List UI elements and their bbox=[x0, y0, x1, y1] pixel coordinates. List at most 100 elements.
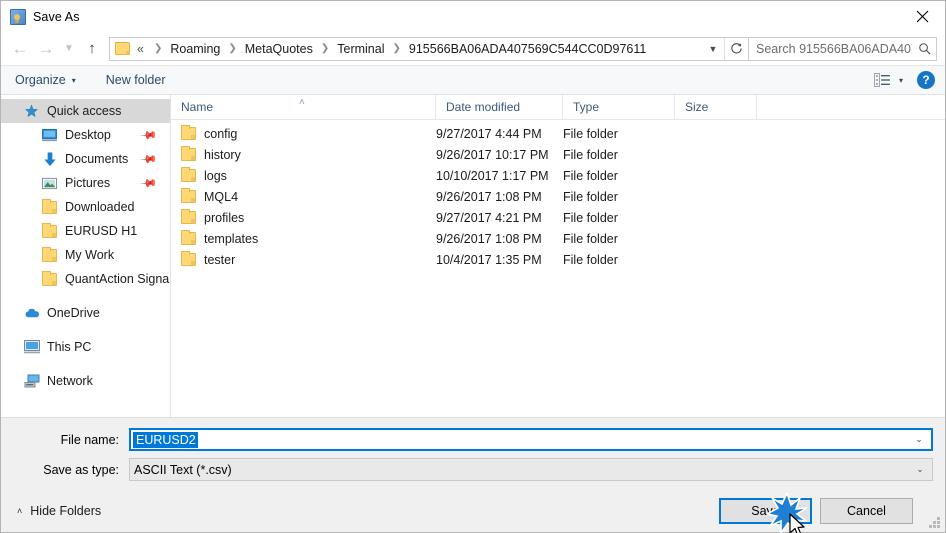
up-button[interactable]: ↑ bbox=[79, 36, 105, 62]
organize-button[interactable]: Organize ▾ bbox=[15, 73, 76, 87]
footer-actions: ˄ Hide Folders Save Cancel bbox=[13, 493, 933, 533]
breadcrumb-terminal[interactable]: Terminal bbox=[335, 42, 386, 56]
recent-locations-button[interactable]: ▼ bbox=[59, 36, 79, 62]
quick-access-star-icon bbox=[23, 103, 40, 119]
file-name-label: config bbox=[204, 126, 238, 141]
file-name-label: File name: bbox=[60, 432, 119, 447]
file-date-cell: 9/27/2017 4:21 PM bbox=[436, 210, 542, 225]
resize-grip[interactable] bbox=[929, 517, 941, 529]
file-type-cell: File folder bbox=[563, 189, 618, 204]
file-name-label: logs bbox=[204, 168, 227, 183]
back-button[interactable]: ← bbox=[7, 36, 33, 62]
file-date-cell: 10/10/2017 1:17 PM bbox=[436, 168, 549, 183]
sidebar-item-eurusd-h1[interactable]: EURUSD H1 bbox=[1, 219, 170, 243]
folder-icon bbox=[181, 167, 196, 182]
table-row[interactable]: profiles 9/27/2017 4:21 PM File folder bbox=[171, 207, 945, 228]
table-row[interactable]: tester 10/4/2017 1:35 PM File folder bbox=[171, 249, 945, 270]
sidebar-item-label: Downloaded bbox=[65, 200, 135, 214]
star-glyph bbox=[25, 103, 38, 117]
hide-folders-button[interactable]: ˄ Hide Folders bbox=[13, 504, 101, 518]
breadcrumb-separator[interactable]: ❯ bbox=[148, 43, 168, 54]
sidebar-item-pictures[interactable]: Pictures 📌 bbox=[1, 171, 170, 195]
breadcrumb-roaming[interactable]: Roaming bbox=[168, 42, 222, 56]
cloud-glyph bbox=[25, 308, 39, 318]
column-header-type[interactable]: Type bbox=[563, 94, 675, 120]
organize-label: Organize bbox=[15, 73, 66, 87]
help-button[interactable]: ? bbox=[917, 71, 935, 89]
folder-icon bbox=[115, 42, 130, 55]
view-chevron-down-icon[interactable]: ▾ bbox=[899, 76, 903, 85]
save-as-type-select[interactable]: ASCII Text (*.csv) ⌄ bbox=[129, 458, 933, 481]
sidebar-item-this-pc[interactable]: This PC bbox=[1, 335, 170, 359]
command-bar-right: ▾ ? bbox=[873, 71, 935, 89]
search-input[interactable]: Search 915566BA06ADA40756... bbox=[749, 36, 937, 61]
file-name-cell: tester bbox=[171, 251, 436, 267]
dialog-footer: File name: EURUSD2 ⌄ Save as type: ASCII… bbox=[1, 417, 945, 533]
table-row[interactable]: templates 9/26/2017 1:08 PM File folder bbox=[171, 228, 945, 249]
sidebar-item-documents[interactable]: Documents 📌 bbox=[1, 147, 170, 171]
sidebar-item-quick-access[interactable]: Quick access bbox=[1, 99, 170, 123]
hide-folders-label: Hide Folders bbox=[30, 504, 102, 518]
arrow-right-icon: → bbox=[37, 39, 55, 58]
sort-ascending-icon: ˄ bbox=[299, 96, 305, 108]
save-button[interactable]: Save bbox=[719, 493, 812, 533]
sidebar-item-downloaded[interactable]: Downloaded bbox=[1, 195, 170, 219]
sidebar-item-my-work[interactable]: My Work bbox=[1, 243, 170, 267]
breadcrumb-metaquotes[interactable]: MetaQuotes bbox=[243, 42, 315, 56]
address-bar[interactable]: « ❯ Roaming ❯ MetaQuotes ❯ Terminal ❯ 91… bbox=[109, 36, 749, 61]
breadcrumb-current-folder[interactable]: 915566BA06ADA407569C544CC0D97611 bbox=[407, 42, 648, 56]
file-name-label: tester bbox=[204, 252, 236, 267]
search-icon[interactable] bbox=[912, 42, 936, 55]
table-row[interactable]: MQL4 9/26/2017 1:08 PM File folder bbox=[171, 186, 945, 207]
file-name-input[interactable]: EURUSD2 ⌄ bbox=[129, 428, 933, 451]
sidebar-item-onedrive[interactable]: OneDrive bbox=[1, 301, 170, 325]
table-row[interactable]: history 9/26/2017 10:17 PM File folder bbox=[171, 144, 945, 165]
chevron-down-icon[interactable]: ⌄ bbox=[908, 464, 932, 475]
help-label: ? bbox=[922, 73, 930, 87]
file-name-label: profiles bbox=[204, 210, 245, 225]
title-bar: Save As bbox=[1, 1, 945, 32]
table-row[interactable]: logs 10/10/2017 1:17 PM File folder bbox=[171, 165, 945, 186]
pin-icon[interactable]: 📌 bbox=[140, 126, 159, 144]
file-date-cell: 9/26/2017 10:17 PM bbox=[436, 147, 549, 162]
view-layout-icon[interactable] bbox=[873, 73, 891, 87]
chevron-up-icon: ˄ bbox=[17, 506, 23, 516]
dialog-body: Quick access Desktop 📌 Documents 📌 Pictu… bbox=[1, 94, 945, 417]
folder-icon bbox=[41, 222, 58, 239]
pictures-glyph bbox=[42, 177, 57, 189]
file-type-cell: File folder bbox=[563, 231, 618, 246]
column-header-name[interactable]: Name ˄ bbox=[171, 94, 436, 120]
breadcrumb-separator[interactable]: ❯ bbox=[387, 43, 407, 54]
column-header-size[interactable]: Size bbox=[675, 94, 757, 120]
sidebar-item-desktop[interactable]: Desktop 📌 bbox=[1, 123, 170, 147]
pin-icon[interactable]: 📌 bbox=[140, 150, 159, 168]
sidebar-item-network[interactable]: Network bbox=[1, 369, 170, 393]
breadcrumb-separator[interactable]: ❯ bbox=[315, 43, 335, 54]
breadcrumb-overflow[interactable]: « bbox=[135, 42, 148, 56]
save-button-label: Save bbox=[751, 504, 780, 518]
folder-icon bbox=[41, 246, 58, 263]
breadcrumb: « ❯ Roaming ❯ MetaQuotes ❯ Terminal ❯ 91… bbox=[135, 42, 702, 56]
save-as-app-icon bbox=[10, 8, 26, 25]
sidebar-item-quantaction-signal[interactable]: QuantAction Signal bbox=[1, 267, 170, 291]
folder-icon bbox=[41, 270, 58, 287]
cancel-button[interactable]: Cancel bbox=[820, 498, 913, 524]
pin-icon[interactable]: 📌 bbox=[140, 174, 159, 192]
new-folder-button[interactable]: New folder bbox=[106, 73, 166, 87]
view-layout-glyph bbox=[873, 73, 890, 87]
chevron-down-icon: ▾ bbox=[71, 75, 76, 85]
file-name-value[interactable]: EURUSD2 bbox=[133, 431, 198, 448]
file-list-pane: Name ˄ Date modified Type Size config 9/… bbox=[171, 94, 945, 417]
column-header-name-label: Name bbox=[181, 99, 214, 114]
breadcrumb-separator[interactable]: ❯ bbox=[222, 43, 242, 54]
table-row[interactable]: config 9/27/2017 4:44 PM File folder bbox=[171, 123, 945, 144]
refresh-icon[interactable] bbox=[724, 37, 748, 60]
sidebar-divider bbox=[1, 359, 170, 369]
chevron-down-icon[interactable]: ⌄ bbox=[907, 434, 931, 445]
close-icon[interactable] bbox=[899, 1, 945, 31]
column-header-date-modified[interactable]: Date modified bbox=[436, 94, 563, 120]
sidebar-item-label: OneDrive bbox=[47, 306, 100, 320]
file-type-cell: File folder bbox=[563, 168, 618, 183]
forward-button[interactable]: → bbox=[33, 36, 59, 62]
address-dropdown-icon[interactable]: ▼ bbox=[702, 38, 724, 60]
